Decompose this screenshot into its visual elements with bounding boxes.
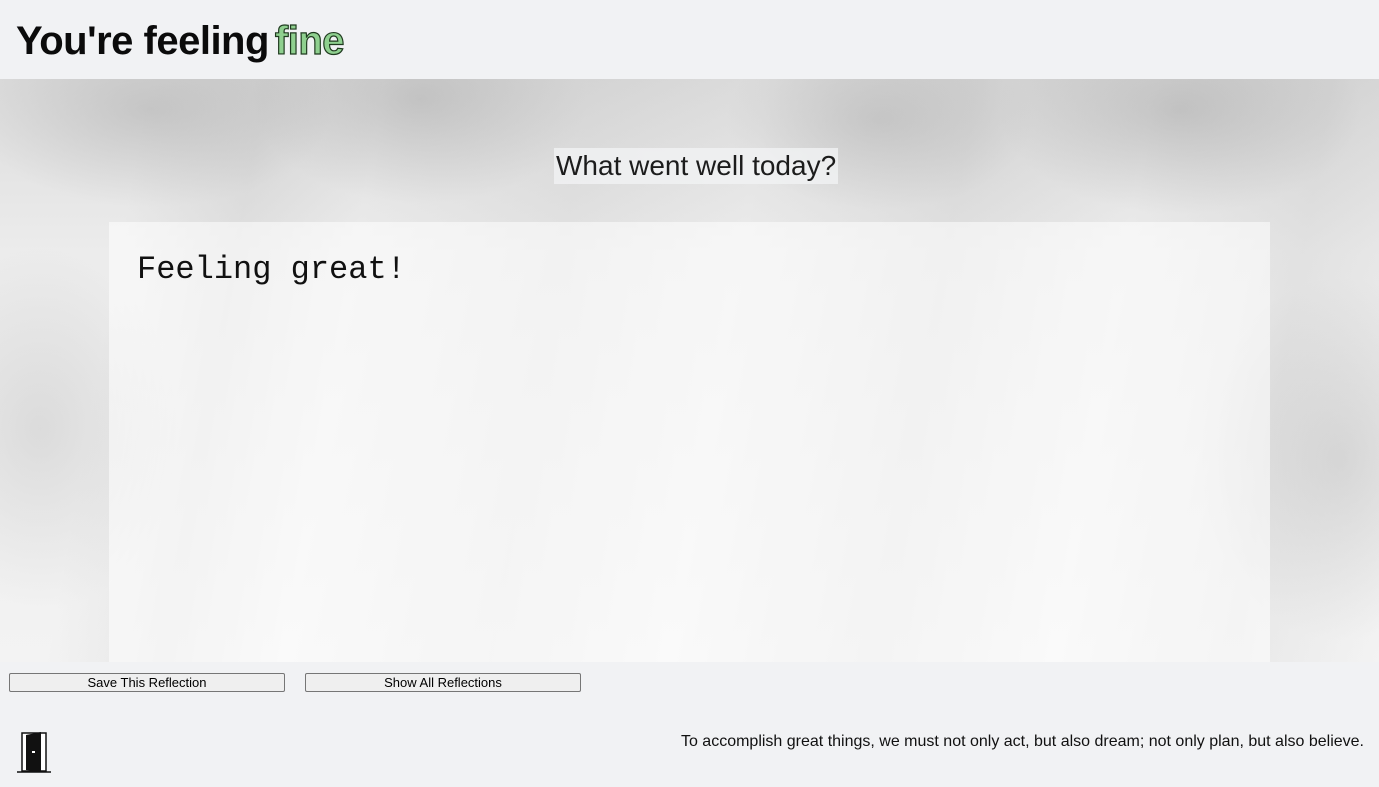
title-prefix: You're feeling <box>16 19 269 63</box>
show-reflections-button[interactable]: Show All Reflections <box>305 673 581 692</box>
page-title: You're feeling fine <box>16 17 345 65</box>
mood-word: fine <box>274 18 345 63</box>
inspirational-quote: To accomplish great things, we must not … <box>680 733 1364 750</box>
door-icon[interactable] <box>17 731 53 775</box>
save-reflection-button[interactable]: Save This Reflection <box>9 673 285 692</box>
controls-bar: Save This Reflection Show All Reflection… <box>0 662 1379 787</box>
header: You're feeling fine <box>0 0 1379 79</box>
reflection-input[interactable]: Feeling great! <box>109 222 1270 662</box>
reflection-question: What went well today? <box>554 148 839 184</box>
paper-background: What went well today? Feeling great! <box>0 79 1379 662</box>
